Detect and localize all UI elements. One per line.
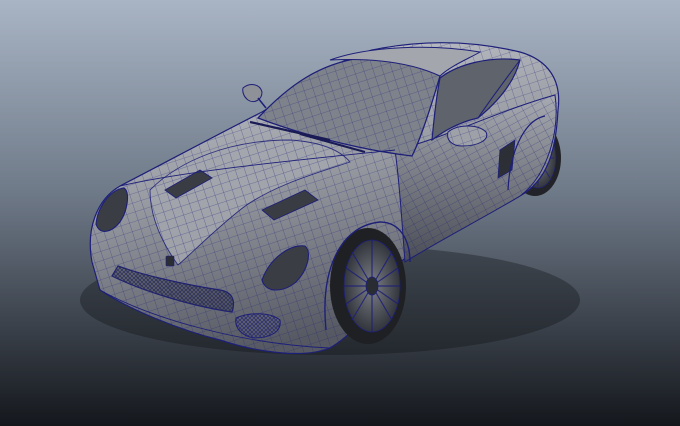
hood-badge xyxy=(165,255,175,267)
3d-viewport[interactable] xyxy=(0,0,680,426)
viewport-canvas xyxy=(0,0,680,426)
